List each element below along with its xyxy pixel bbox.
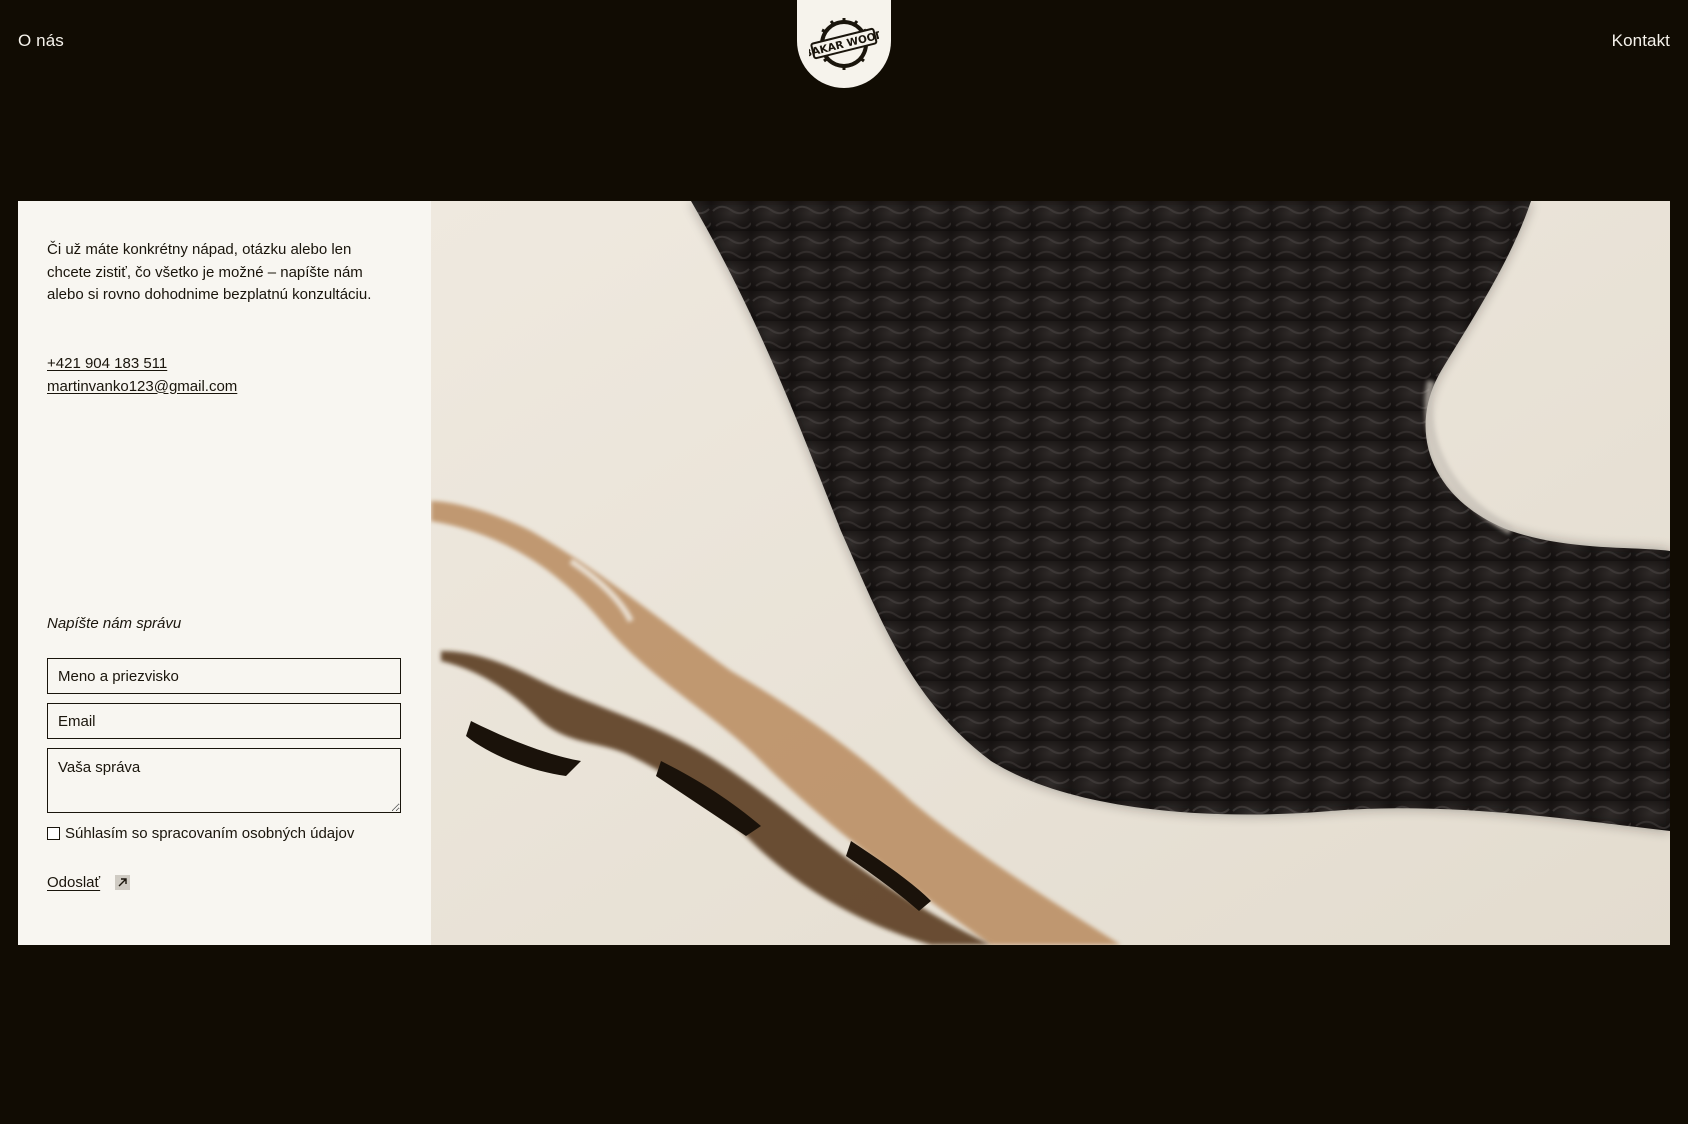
email-link[interactable]: martinvanko123@gmail.com — [47, 376, 237, 399]
consent-label: Súhlasím so spracovaním osobných údajov — [65, 825, 355, 842]
phone-link[interactable]: +421 904 183 511 — [47, 353, 237, 376]
nav-link-about[interactable]: O nás — [18, 31, 64, 51]
nav-link-contact[interactable]: Kontakt — [1612, 31, 1670, 51]
message-field[interactable] — [47, 748, 401, 813]
saw-blade-logo-icon: BAKAR WOOD — [809, 18, 879, 70]
consent-checkbox[interactable] — [47, 827, 60, 840]
logo-link[interactable]: BAKAR WOOD — [797, 0, 891, 88]
consent-checkbox-row[interactable]: Súhlasím so spracovaním osobných údajov — [47, 825, 354, 842]
product-photo — [431, 201, 1670, 945]
contact-panel: Či už máte konkrétny nápad, otázku alebo… — [18, 201, 1670, 945]
submit-button[interactable]: Odoslať — [47, 874, 131, 891]
contact-card: Či už máte konkrétny nápad, otázku alebo… — [18, 201, 431, 945]
contact-details: +421 904 183 511 martinvanko123@gmail.co… — [47, 353, 237, 398]
submit-label: Odoslať — [47, 874, 101, 891]
contact-intro: Či už máte konkrétny nápad, otázku alebo… — [47, 241, 372, 303]
name-field[interactable] — [47, 658, 401, 694]
form-title: Napíšte nám správu — [47, 615, 182, 632]
arrow-up-right-icon — [115, 875, 131, 890]
email-field[interactable] — [47, 703, 401, 739]
